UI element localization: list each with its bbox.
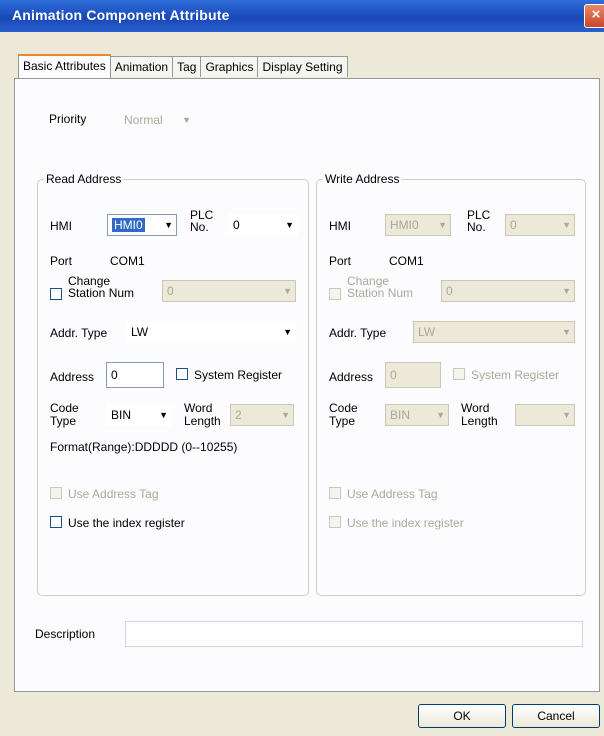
close-icon[interactable]: × xyxy=(584,4,604,28)
write-hmi-label: HMI xyxy=(329,219,351,233)
write-code-type-select[interactable]: BIN ▼ xyxy=(385,404,449,426)
write-plc-label: PLC No. xyxy=(467,208,491,234)
write-address-group: Write Address HMI HMI0 ▼ PLC No. 0 ▼ Port… xyxy=(316,172,586,596)
tab-animation[interactable]: Animation xyxy=(109,56,174,77)
chevron-down-icon: ▼ xyxy=(159,410,168,420)
read-use-index-register-label: Use the index register xyxy=(68,516,185,530)
write-address-label: Address xyxy=(329,370,374,384)
write-system-register-label: System Register xyxy=(471,368,560,382)
write-plc-select[interactable]: 0 ▼ xyxy=(505,214,575,236)
write-address-title: Write Address xyxy=(323,172,402,186)
title-bar[interactable]: Animation Component Attribute × xyxy=(0,0,604,32)
chevron-down-icon: ▼ xyxy=(182,115,191,125)
read-word-length-select[interactable]: 2 ▼ xyxy=(230,404,294,426)
read-use-index-register-checkbox[interactable] xyxy=(50,516,62,528)
read-address-value: 0 xyxy=(111,368,118,382)
read-hmi-label: HMI xyxy=(50,219,72,233)
write-code-type-label: Code Type xyxy=(329,401,358,428)
priority-select[interactable]: Normal ▼ xyxy=(119,109,195,131)
write-change-station-label: Change Station Num xyxy=(347,274,414,300)
read-addr-type-label: Addr. Type xyxy=(50,326,108,340)
read-address-input[interactable]: 0 xyxy=(106,362,164,388)
write-hmi-select[interactable]: HMI0 ▼ xyxy=(385,214,451,236)
write-station-num-select[interactable]: 0 ▼ xyxy=(441,280,575,302)
read-code-type-value: BIN xyxy=(111,408,132,422)
chevron-down-icon: ▼ xyxy=(562,410,571,420)
read-address-group: Read Address HMI HMI0 ▼ PLC No. 0 ▼ Port … xyxy=(37,172,309,596)
chevron-down-icon: ▼ xyxy=(285,220,294,230)
chevron-down-icon: ▼ xyxy=(562,286,571,296)
write-addr-type-select[interactable]: LW ▼ xyxy=(413,321,575,343)
read-code-type-select[interactable]: BIN ▼ xyxy=(106,404,172,426)
description-label: Description xyxy=(35,627,96,641)
ok-button[interactable]: OK xyxy=(418,704,506,728)
write-system-register-checkbox[interactable] xyxy=(453,368,465,380)
chevron-down-icon: ▼ xyxy=(436,410,445,420)
chevron-down-icon: ▼ xyxy=(283,286,292,296)
read-addr-type-select[interactable]: LW ▼ xyxy=(126,321,296,343)
tab-graphics[interactable]: Graphics xyxy=(200,56,259,77)
read-use-address-tag-checkbox[interactable] xyxy=(50,487,62,499)
chevron-down-icon: ▼ xyxy=(562,220,571,230)
read-hmi-select[interactable]: HMI0 ▼ xyxy=(107,214,177,236)
tab-panel: Priority Normal ▼ Read Address HMI HMI0 … xyxy=(14,78,600,692)
read-change-station-checkbox[interactable] xyxy=(50,288,62,300)
description-input[interactable] xyxy=(125,621,583,647)
read-addr-type-value: LW xyxy=(131,325,149,339)
read-port-value: COM1 xyxy=(110,254,145,268)
read-hmi-value: HMI0 xyxy=(112,218,145,232)
cancel-button[interactable]: Cancel xyxy=(512,704,600,728)
write-change-station-checkbox[interactable] xyxy=(329,288,341,300)
chevron-down-icon: ▼ xyxy=(438,220,447,230)
read-system-register-label: System Register xyxy=(194,368,283,382)
read-use-address-tag-label: Use Address Tag xyxy=(68,487,159,501)
write-port-label: Port xyxy=(329,254,352,268)
tab-bar: Basic Attributes Animation Tag Graphics … xyxy=(18,54,348,79)
chevron-down-icon: ▼ xyxy=(283,327,292,337)
chevron-down-icon: ▼ xyxy=(281,410,290,420)
write-use-address-tag-checkbox[interactable] xyxy=(329,487,341,499)
read-format-text: Format(Range):DDDDD (0--10255) xyxy=(50,440,238,454)
write-word-length-select[interactable]: ▼ xyxy=(515,404,575,426)
write-address-input[interactable]: 0 xyxy=(385,362,441,388)
write-use-index-register-checkbox[interactable] xyxy=(329,516,341,528)
chevron-down-icon: ▼ xyxy=(562,327,571,337)
read-word-length-label: Word Length xyxy=(184,401,221,428)
window-title: Animation Component Attribute xyxy=(12,7,230,23)
chevron-down-icon: ▼ xyxy=(164,220,173,230)
read-code-type-label: Code Type xyxy=(50,401,79,428)
tab-basic-attributes[interactable]: Basic Attributes xyxy=(18,54,111,78)
tab-tag[interactable]: Tag xyxy=(172,56,202,77)
read-address-label: Address xyxy=(50,370,95,384)
write-use-index-register-label: Use the index register xyxy=(347,516,464,530)
write-addr-type-label: Addr. Type xyxy=(329,326,387,340)
priority-label: Priority xyxy=(49,112,87,126)
read-system-register-checkbox[interactable] xyxy=(176,368,188,380)
write-use-address-tag-label: Use Address Tag xyxy=(347,487,438,501)
read-address-title: Read Address xyxy=(44,172,124,186)
read-plc-select[interactable]: 0 ▼ xyxy=(228,214,298,236)
read-change-station-label: Change Station Num xyxy=(68,274,135,300)
read-plc-value: 0 xyxy=(233,218,240,232)
write-word-length-label: Word Length xyxy=(461,401,498,428)
read-plc-label: PLC No. xyxy=(190,208,214,234)
write-port-value: COM1 xyxy=(389,254,424,268)
dialog-window: Animation Component Attribute × Basic At… xyxy=(0,0,604,736)
read-port-label: Port xyxy=(50,254,73,268)
read-station-num-select[interactable]: 0 ▼ xyxy=(162,280,296,302)
priority-value: Normal xyxy=(124,113,163,127)
tab-display-setting[interactable]: Display Setting xyxy=(257,56,348,77)
